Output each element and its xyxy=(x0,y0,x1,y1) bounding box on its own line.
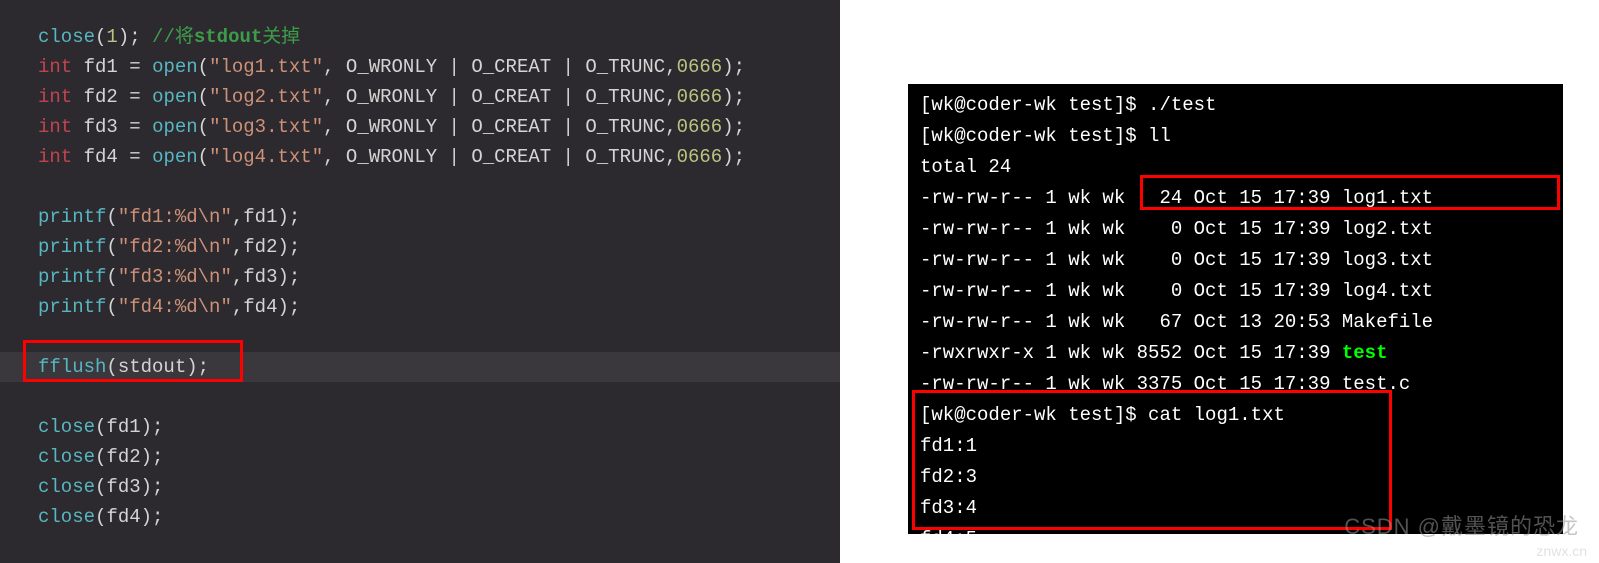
cat-output-line: fd2:3 xyxy=(920,462,1563,493)
comment: //将stdout关掉 xyxy=(152,26,300,48)
ls-row: -rw-rw-r-- 1 wk wk 3375 Oct 15 17:39 tes… xyxy=(920,369,1563,400)
code-line: printf("fd4:%d\n",fd4); xyxy=(38,292,840,322)
ls-row: -rw-rw-r-- 1 wk wk 24 Oct 15 17:39 log1.… xyxy=(920,183,1563,214)
highlighted-line: fflush(stdout); xyxy=(0,352,840,382)
code-line: printf("fd3:%d\n",fd3); xyxy=(38,262,840,292)
code-line: close(fd3); xyxy=(38,472,840,502)
code-line: close(fd1); xyxy=(38,412,840,442)
code-line: printf("fd1:%d\n",fd1); xyxy=(38,202,840,232)
code-line: close(1); //将stdout关掉 xyxy=(38,22,840,52)
term-line: [wk@coder-wk test]$ ll xyxy=(920,121,1563,152)
cat-output-line: fd1:1 xyxy=(920,431,1563,462)
code-line: close(fd4); xyxy=(38,502,840,532)
term-line: [wk@coder-wk test]$ ./test xyxy=(920,90,1563,121)
ls-row: -rwxrwxr-x 1 wk wk 8552 Oct 15 17:39 tes… xyxy=(920,338,1563,369)
watermark-small: znwx.cn xyxy=(1536,543,1587,559)
cat-output-line: fd4:5 xyxy=(920,524,1563,534)
ls-row: -rw-rw-r-- 1 wk wk 0 Oct 15 17:39 log2.t… xyxy=(920,214,1563,245)
ls-row: -rw-rw-r-- 1 wk wk 67 Oct 13 20:53 Makef… xyxy=(920,307,1563,338)
code-line: int fd3 = open("log3.txt", O_WRONLY | O_… xyxy=(38,112,840,142)
fn-fflush: fflush xyxy=(38,356,106,378)
ls-row: -rw-rw-r-- 1 wk wk 0 Oct 15 17:39 log3.t… xyxy=(920,245,1563,276)
blank-line xyxy=(38,322,840,352)
code-line: close(fd2); xyxy=(38,442,840,472)
code-line: int fd4 = open("log4.txt", O_WRONLY | O_… xyxy=(38,142,840,172)
ls-row: -rw-rw-r-- 1 wk wk 0 Oct 15 17:39 log4.t… xyxy=(920,276,1563,307)
term-total: total 24 xyxy=(920,152,1563,183)
cat-output-line: fd3:4 xyxy=(920,493,1563,524)
code-line: int fd2 = open("log2.txt", O_WRONLY | O_… xyxy=(38,82,840,112)
code-line: int fd1 = open("log1.txt", O_WRONLY | O_… xyxy=(38,52,840,82)
blank-line xyxy=(38,382,840,412)
code-line: printf("fd2:%d\n",fd2); xyxy=(38,232,840,262)
terminal-pane[interactable]: [wk@coder-wk test]$ ./test [wk@coder-wk … xyxy=(908,84,1563,534)
fn-close: close xyxy=(38,26,95,48)
term-line: [wk@coder-wk test]$ cat log1.txt xyxy=(920,400,1563,431)
blank-line xyxy=(38,172,840,202)
code-editor-pane[interactable]: close(1); //将stdout关掉 int fd1 = open("lo… xyxy=(0,0,840,563)
